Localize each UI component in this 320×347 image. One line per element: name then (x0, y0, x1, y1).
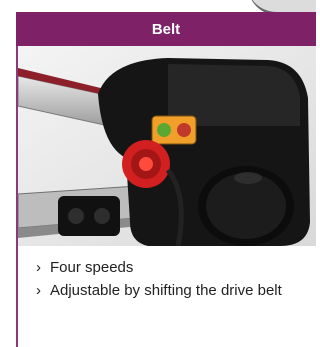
card-header: Belt (16, 12, 316, 46)
bullet-chevron-icon: › (36, 282, 41, 299)
feature-list: › Four speeds › Adjustable by shifting t… (36, 256, 312, 302)
feature-text: Adjustable by shifting the drive belt (50, 282, 282, 299)
product-feature-card: Belt › Four speeds › Adjustable by shift… (0, 0, 316, 347)
card-title: Belt (151, 20, 181, 38)
product-photo (18, 46, 316, 246)
bullet-chevron-icon: › (36, 259, 41, 276)
machine-photo-illustration (18, 46, 316, 246)
feature-text: Four speeds (50, 259, 134, 276)
feature-list-item: › Adjustable by shifting the drive belt (36, 279, 312, 302)
feature-list-item: › Four speeds (36, 256, 312, 279)
